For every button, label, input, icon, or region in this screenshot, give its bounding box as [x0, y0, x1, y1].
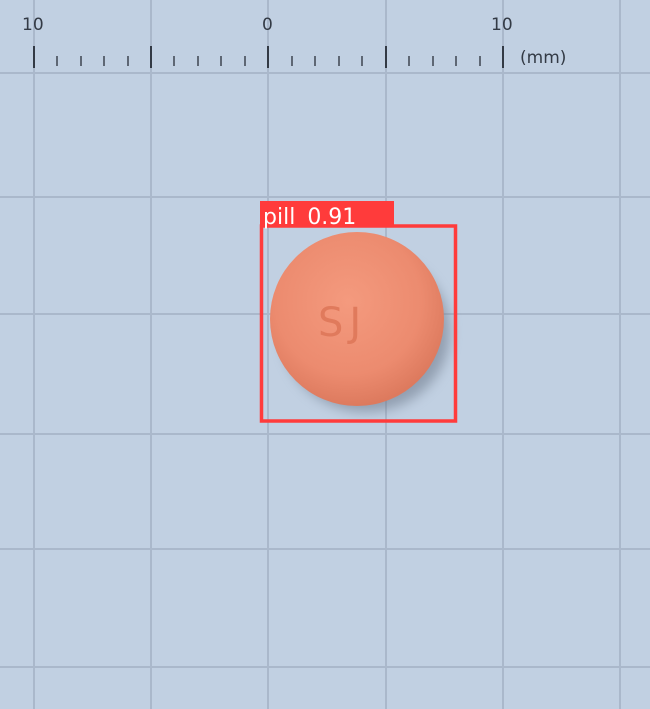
ruler-label-center: 0	[262, 15, 273, 35]
pill-photo: 10 0 10 (mm) SJ pill 0.91	[0, 0, 650, 709]
ruler-label-left: 10	[22, 15, 44, 35]
ruler-unit: (mm)	[520, 48, 566, 68]
detection-label: pill 0.91	[263, 205, 356, 230]
detection-score: 0.91	[307, 205, 356, 230]
ruler-label-right: 10	[491, 15, 513, 35]
detection-class: pill	[263, 205, 295, 230]
pill-imprint: SJ	[318, 300, 367, 346]
